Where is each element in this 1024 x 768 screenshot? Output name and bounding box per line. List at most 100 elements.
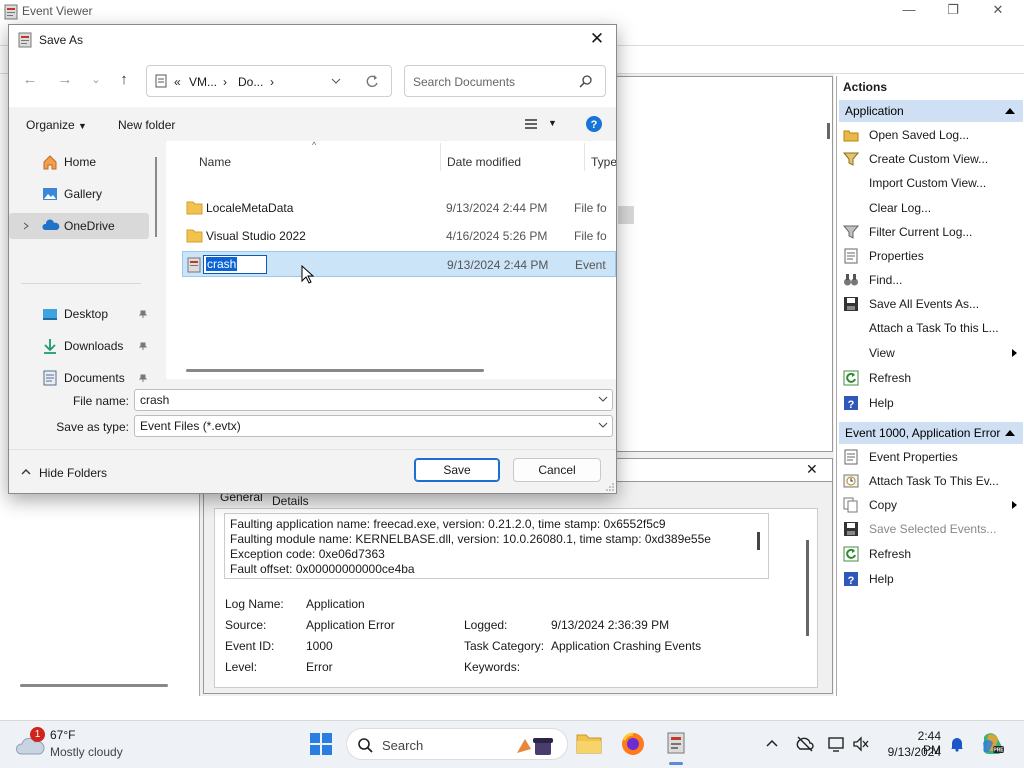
column-header-type[interactable]: Type	[591, 155, 616, 169]
action-clear-log[interactable]: Clear Log...	[843, 197, 1023, 219]
collapse-icon[interactable]	[1005, 108, 1015, 114]
file-list[interactable]: ^ Name Date modified Type LocaleMetaData…	[166, 140, 616, 379]
submenu-arrow-icon	[1012, 349, 1017, 357]
save-as-type-select[interactable]: Event Files (*.evtx)	[134, 415, 613, 437]
sidebar-item-home[interactable]: Home	[9, 149, 149, 175]
file-list-horizontal-scrollbar[interactable]	[186, 369, 484, 372]
event-list-row[interactable]	[618, 206, 634, 224]
maximize-button[interactable]: ❐	[938, 2, 968, 22]
view-dropdown-icon[interactable]: ▼	[548, 118, 557, 128]
clock-date[interactable]: 9/13/2024	[885, 745, 941, 759]
action-properties[interactable]: Properties	[843, 245, 1023, 267]
action-help-event[interactable]: ? Help	[843, 568, 1023, 590]
weather-condition[interactable]: Mostly cloudy	[50, 745, 123, 759]
close-window-button[interactable]: ✕	[983, 2, 1013, 22]
file-name-value: crash	[140, 393, 170, 407]
column-separator[interactable]	[440, 143, 441, 171]
event-list-scrollbar[interactable]	[827, 123, 830, 139]
action-event-properties[interactable]: Event Properties	[843, 446, 1023, 468]
action-view[interactable]: View	[843, 342, 1023, 364]
action-import-custom-view[interactable]: Import Custom View...	[843, 172, 1023, 194]
close-detail-icon[interactable]: ✕	[806, 461, 818, 478]
file-row-selected[interactable]: crash 9/13/2024 2:44 PM Event	[182, 251, 616, 277]
show-hidden-icons-chevron-icon[interactable]	[766, 738, 778, 748]
breadcrumb-separator-icon[interactable]: ›	[223, 75, 227, 89]
sidebar-item-documents[interactable]: Documents	[9, 365, 149, 391]
console-tree-scrollbar[interactable]	[20, 684, 168, 687]
forward-arrow-icon[interactable]: →	[54, 69, 76, 91]
action-open-saved-log[interactable]: Open Saved Log...	[843, 124, 1023, 146]
refresh-icon[interactable]	[365, 74, 379, 88]
file-name-field[interactable]: crash	[134, 389, 613, 411]
sidebar-item-gallery[interactable]: Gallery	[9, 181, 149, 207]
action-save-selected-events[interactable]: Save Selected Events...	[843, 518, 1023, 540]
minimize-button[interactable]: —	[894, 2, 924, 22]
sidebar-item-desktop[interactable]: Desktop	[9, 301, 149, 327]
file-row[interactable]: LocaleMetaData 9/13/2024 2:44 PM File fo	[182, 195, 616, 221]
firefox-icon[interactable]	[621, 732, 645, 756]
action-help[interactable]: ? Help	[843, 392, 1023, 414]
breadcrumb-item[interactable]: VM...	[189, 75, 217, 89]
action-refresh[interactable]: Refresh	[843, 367, 1023, 389]
event-description[interactable]: Faulting application name: freecad.exe, …	[224, 513, 769, 579]
rename-input[interactable]: crash	[203, 255, 267, 274]
action-find[interactable]: Find...	[843, 269, 1023, 291]
navigation-pane-scrollbar[interactable]	[155, 157, 157, 237]
actions-section-application[interactable]: Application	[839, 100, 1023, 122]
back-arrow-icon[interactable]: ←	[19, 69, 41, 91]
tab-details[interactable]: Details	[272, 494, 309, 508]
organize-button[interactable]: Organize ▼	[26, 118, 87, 132]
pin-icon[interactable]	[139, 342, 147, 350]
display-icon[interactable]	[828, 736, 844, 752]
up-arrow-icon[interactable]: ↑	[113, 69, 135, 91]
file-explorer-icon[interactable]	[576, 732, 602, 754]
action-save-all-events[interactable]: Save All Events As...	[843, 293, 1023, 315]
sidebar-item-downloads[interactable]: Downloads	[9, 333, 149, 359]
detail-scrollbar[interactable]	[806, 540, 809, 636]
new-folder-button[interactable]: New folder	[118, 118, 175, 132]
column-header-date[interactable]: Date modified	[447, 155, 521, 169]
action-refresh-event[interactable]: Refresh	[843, 543, 1023, 565]
actions-section-event[interactable]: Event 1000, Application Error	[839, 422, 1023, 444]
event-viewer-taskbar-icon[interactable]	[666, 731, 686, 755]
save-as-type-label: Save as type:	[56, 420, 129, 434]
network-offline-icon[interactable]	[796, 736, 814, 752]
breadcrumb-overflow[interactable]: «	[174, 75, 181, 89]
expand-chevron-icon[interactable]	[23, 222, 29, 230]
action-filter-current-log[interactable]: Filter Current Log...	[843, 221, 1023, 243]
action-attach-task-log[interactable]: Attach a Task To this L...	[843, 317, 1023, 339]
notification-bell-icon[interactable]	[949, 736, 965, 752]
search-icon[interactable]	[579, 74, 593, 88]
weather-temperature[interactable]: 67°F	[50, 728, 75, 742]
chevron-down-icon[interactable]	[598, 395, 608, 403]
column-header-name[interactable]: Name	[199, 155, 231, 169]
search-box[interactable]: Search Documents	[404, 65, 606, 97]
view-options-icon[interactable]	[524, 119, 538, 130]
address-dropdown-chevron-icon[interactable]	[331, 78, 341, 84]
taskbar-search-box[interactable]: Search	[346, 728, 568, 760]
save-button[interactable]: Save	[414, 458, 500, 482]
collapse-icon[interactable]	[1005, 430, 1015, 436]
file-row[interactable]: Visual Studio 2022 4/16/2024 5:26 PM Fil…	[182, 223, 616, 249]
copilot-icon[interactable]: PRE	[980, 731, 1006, 757]
action-create-custom-view[interactable]: Create Custom View...	[843, 148, 1023, 170]
column-separator[interactable]	[584, 143, 585, 171]
action-attach-task-event[interactable]: Attach Task To This Ev...	[843, 470, 1023, 492]
volume-muted-icon[interactable]	[852, 736, 869, 752]
cancel-button[interactable]: Cancel	[513, 458, 601, 482]
dialog-close-button[interactable]: ✕	[586, 29, 608, 49]
resize-grip-icon[interactable]	[606, 483, 614, 491]
description-scrollbar[interactable]	[757, 532, 760, 550]
sidebar-item-onedrive[interactable]: OneDrive	[9, 213, 149, 239]
recent-locations-chevron-icon[interactable]: ⌄	[85, 69, 107, 91]
pin-icon[interactable]	[139, 310, 147, 318]
help-icon[interactable]: ?	[585, 115, 603, 133]
address-bar[interactable]: « VM... › Do... ›	[146, 65, 392, 97]
chevron-down-icon[interactable]	[598, 421, 608, 429]
breadcrumb-separator-icon[interactable]: ›	[270, 75, 274, 89]
action-copy[interactable]: Copy	[843, 494, 1023, 516]
start-button-windows-icon[interactable]	[310, 733, 332, 755]
file-type: File fo	[574, 229, 607, 243]
breadcrumb-item[interactable]: Do...	[238, 75, 263, 89]
pin-icon[interactable]	[139, 374, 147, 382]
